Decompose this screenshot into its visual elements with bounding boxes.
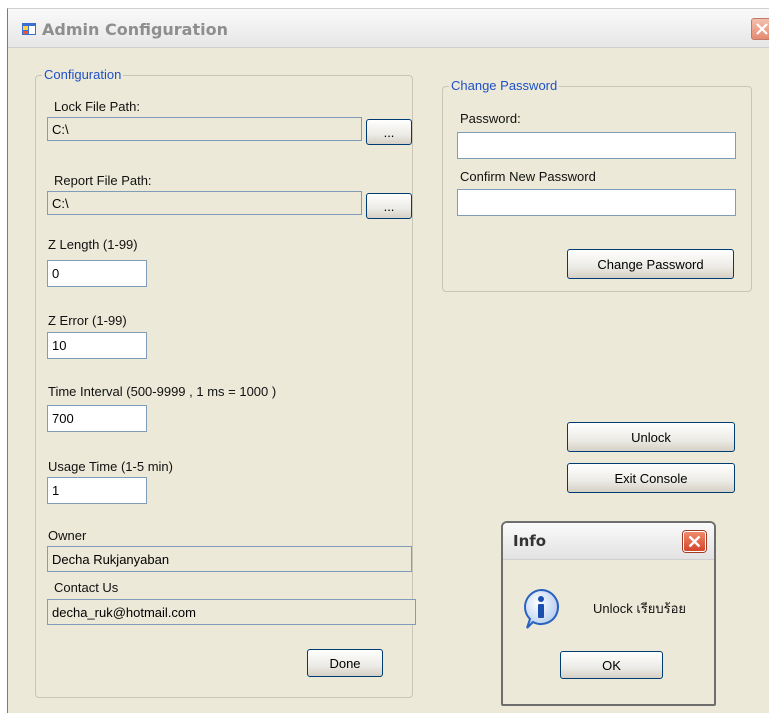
change-password-button[interactable]: Change Password (567, 249, 734, 279)
report-file-path-label: Report File Path: (54, 173, 152, 188)
z-length-field[interactable] (47, 260, 147, 287)
report-file-browse-button[interactable]: ... (366, 193, 412, 219)
app-window-icon (22, 23, 36, 35)
contact-us-label: Contact Us (54, 580, 119, 595)
window-close-button[interactable] (751, 18, 769, 40)
report-file-path-field[interactable] (47, 191, 362, 215)
ok-button[interactable]: OK (560, 651, 663, 679)
exit-console-button[interactable]: Exit Console (567, 463, 735, 493)
owner-field[interactable] (47, 546, 412, 572)
time-interval-label: Time Interval (500-9999 , 1 ms = 1000 ) (48, 384, 277, 399)
info-dialog-close-button[interactable] (683, 531, 706, 552)
z-error-label: Z Error (1-99) (48, 313, 127, 328)
title-bar[interactable]: Admin Configuration (8, 9, 769, 48)
time-interval-field[interactable] (47, 405, 147, 432)
lock-file-path-field[interactable] (47, 117, 362, 141)
done-button[interactable]: Done (307, 649, 383, 677)
password-field[interactable] (457, 132, 736, 159)
usage-time-field[interactable] (47, 477, 147, 504)
z-error-field[interactable] (47, 332, 147, 359)
password-label: Password: (460, 111, 521, 126)
lock-file-path-label: Lock File Path: (54, 99, 140, 114)
close-icon (688, 535, 701, 548)
contact-us-field[interactable] (47, 599, 416, 625)
info-icon (524, 588, 559, 629)
lock-file-browse-button[interactable]: ... (366, 119, 412, 145)
info-dialog: Info Unlock เรียบร้อย OK (501, 521, 716, 706)
unlock-button[interactable]: Unlock (567, 422, 735, 452)
owner-label: Owner (48, 528, 87, 543)
info-dialog-message: Unlock เรียบร้อย (593, 601, 687, 616)
usage-time-label: Usage Time (1-5 min) (48, 459, 173, 474)
confirm-new-password-field[interactable] (457, 189, 736, 216)
window-title: Admin Configuration (42, 20, 228, 39)
confirm-new-password-label: Confirm New Password (460, 169, 596, 184)
close-icon (756, 23, 768, 35)
z-length-label: Z Length (1-99) (48, 237, 138, 252)
configuration-legend: Configuration (42, 67, 124, 82)
change-password-legend: Change Password (449, 78, 560, 93)
info-dialog-title-bar[interactable]: Info (503, 523, 714, 560)
info-dialog-title: Info (513, 532, 547, 550)
